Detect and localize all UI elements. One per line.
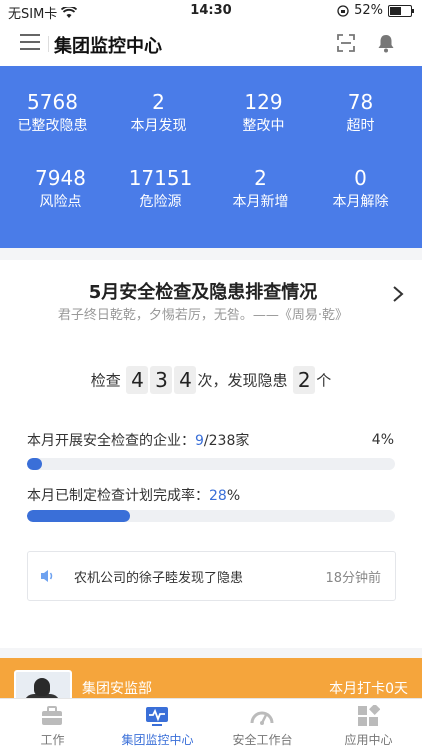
stat-value: 7948 [35,166,86,190]
stat-in-rectification[interactable]: 129 整改中 [211,90,316,136]
tab-monitor-center[interactable]: 集团监控中心 [105,699,210,751]
plan-completion-label: 本月已制定检查计划完成率： [27,488,209,504]
stat-label: 整改中 [242,118,285,134]
plan-completion-value: 28 [209,488,227,504]
stat-value: 17151 [128,166,193,190]
stat-label: 已整改隐患 [17,118,88,134]
gauge-icon [250,711,274,725]
stat-released-this-month[interactable]: 0 本月解除 [308,166,413,212]
enterprise-check-total: /238家 [203,433,250,449]
count-suffix: 个 [316,371,332,390]
tab-app-center[interactable]: 应用中心 [316,699,421,751]
plan-completion-progress [27,510,395,522]
stat-value: 2 [152,90,165,114]
stat-new-this-month[interactable]: 2 本月新增 [208,166,313,212]
enterprise-check-label: 本月开展安全检查的企业： [27,433,195,449]
count-digit: 4 [174,366,197,394]
stat-value: 78 [347,90,374,114]
stat-rectified[interactable]: 5768 已整改隐患 [0,90,105,136]
progress-fill [27,458,42,470]
stat-label: 本月解除 [332,194,389,210]
notification-message: 农机公司的徐子睦发现了隐患 [74,571,244,586]
apps-grid-icon [358,705,380,726]
count-prefix: 检查 [90,371,121,390]
notification-banner[interactable]: 农机公司的徐子睦发现了隐患 18分钟前 [27,551,396,601]
inspection-count-line: 检查 4 3 4 次，发现隐患 2个 [0,366,422,394]
avatar [14,670,72,698]
enterprise-check-value: 9 [195,433,204,449]
stat-value: 2 [254,166,267,190]
stat-risk-points[interactable]: 7948 风险点 [8,166,113,212]
plan-completion-row: 本月已制定检查计划完成率：28% [27,485,240,505]
tab-label: 工作 [40,733,65,747]
stat-hazard-sources[interactable]: 17151 危险源 [108,166,213,212]
tab-label: 集团监控中心 [121,733,194,747]
briefcase-icon [42,706,62,725]
card-quote: 君子终日乾乾，夕惕若厉，无咎。——《周易·乾》 [57,308,349,323]
tab-work[interactable]: 工作 [0,699,105,751]
scan-icon[interactable] [337,34,355,52]
chevron-right-icon[interactable] [392,286,404,302]
tab-bar: 工作 集团监控中心 安全工作台 应用中心 [0,698,422,751]
stat-label: 超时 [346,118,375,134]
stat-label: 风险点 [39,194,82,210]
enterprise-check-percent: 4% [371,432,394,448]
stat-value: 5768 [27,90,78,114]
inspection-card: 5月安全检查及隐患排查情况 君子终日乾乾，夕惕若厉，无咎。——《周易·乾》 检查… [0,260,422,648]
checkin-count: 本月打卡0天 [329,681,408,697]
stat-value: 0 [354,166,367,190]
hazard-digit: 2 [293,366,316,394]
tab-safety-desk[interactable]: 安全工作台 [210,699,315,751]
speaker-icon [41,570,53,582]
stats-panel: 5768 已整改隐患 2 本月发现 129 整改中 78 超时 7948 风险点… [0,66,422,248]
bell-icon[interactable] [376,33,396,53]
count-digit: 4 [126,366,149,394]
department-name: 集团安监部 [82,681,152,697]
monitor-icon [146,707,168,726]
card-title: 5月安全检查及隐患排查情况 [88,282,318,303]
stat-label: 本月发现 [130,118,187,134]
department-strip[interactable]: 集团安监部 本月打卡0天 [0,658,422,698]
nav-bar: 集团监控中心 [0,22,422,66]
count-middle: 次，发现隐患 [197,371,288,390]
menu-icon[interactable] [20,34,40,52]
stat-found-this-month[interactable]: 2 本月发现 [106,90,211,136]
tab-label: 安全工作台 [232,733,293,747]
status-bar: 无SIM卡 14:30 52% [0,0,422,22]
stat-label: 危险源 [139,194,182,210]
stat-label: 本月新增 [232,194,289,210]
tab-label: 应用中心 [344,733,393,747]
battery-icon [388,4,414,17]
notification-time: 18分钟前 [325,571,381,586]
battery-percent: 52% [354,3,383,18]
nav-divider [48,36,49,52]
enterprise-check-row: 本月开展安全检查的企业：9/238家 [27,430,249,450]
plan-completion-unit: % [226,488,241,504]
orientation-lock-icon [337,4,349,17]
stat-overdue[interactable]: 78 超时 [308,90,413,136]
page-title: 集团监控中心 [54,36,162,57]
progress-fill [27,510,131,522]
enterprise-check-progress [27,458,395,470]
stat-value: 129 [244,90,283,114]
count-digit: 3 [150,366,173,394]
